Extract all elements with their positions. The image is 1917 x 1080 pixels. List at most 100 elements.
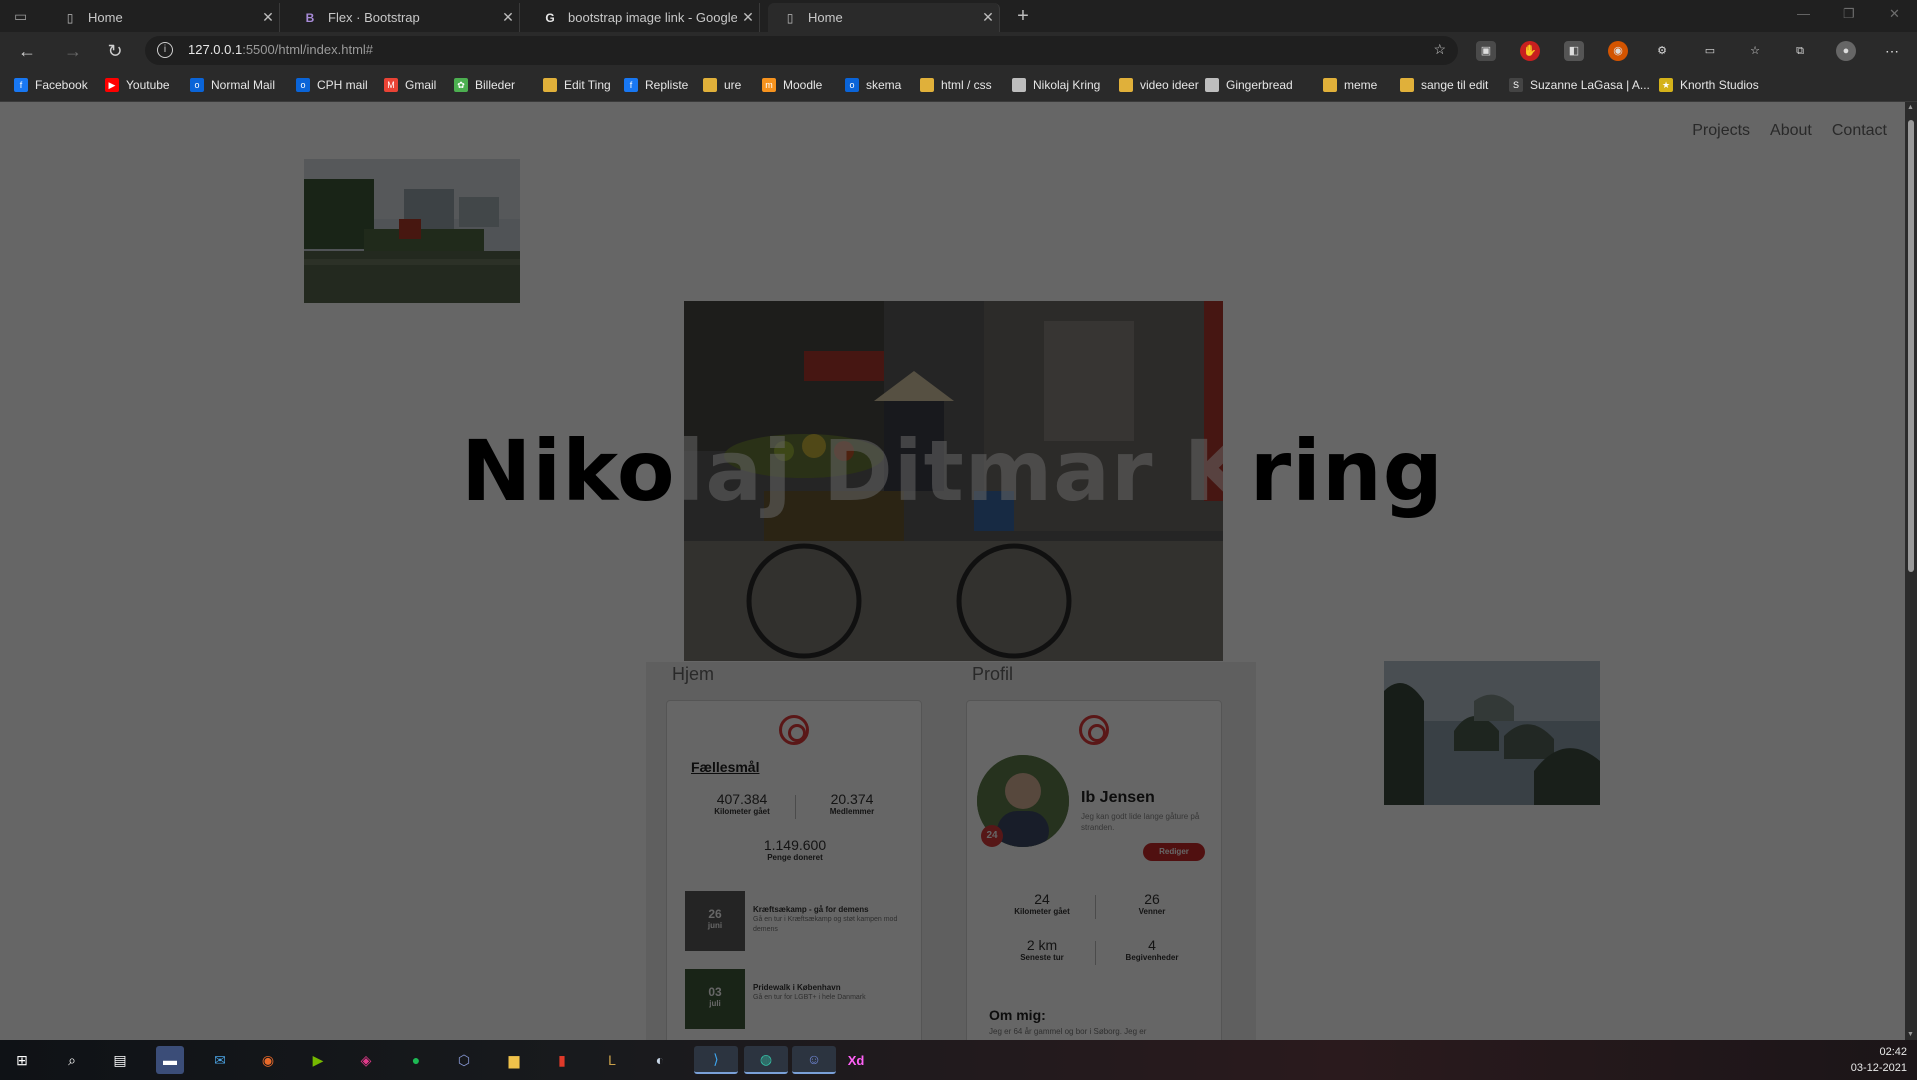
photo-app-icon[interactable]: ◈ — [352, 1046, 380, 1074]
bookmark-10[interactable]: o skema — [845, 75, 901, 95]
home-card: Fællesmål 407.384 Kilometer gået 20.374 … — [666, 700, 922, 1040]
folder-icon — [1119, 78, 1133, 92]
origin-icon[interactable]: ◉ — [254, 1046, 282, 1074]
league-icon[interactable]: L — [598, 1046, 626, 1074]
bookmark-13[interactable]: video ideer — [1119, 75, 1199, 95]
url-text: 127.0.0.1:5500/html/index.html# — [188, 42, 374, 57]
collections-icon[interactable]: ⧉ — [1790, 41, 1810, 61]
bookmark-18[interactable]: ★ Knorth Studios — [1659, 75, 1759, 95]
bookmark-0[interactable]: f Facebook — [14, 75, 88, 95]
event-item: 26 juni Kræftsækamp - gå for demens Gå en… — [685, 891, 915, 953]
outlook-icon: o — [190, 78, 204, 92]
task-view-icon[interactable]: ▤ — [106, 1046, 134, 1074]
close-tab-icon[interactable]: ✕ — [737, 9, 759, 26]
bookmarks-bar: f Facebook ▶ Youtube o Normal Mail o CPH mail M G… — [0, 69, 1917, 102]
divider — [1095, 895, 1096, 919]
shield-app-icon[interactable]: ⬡ — [450, 1046, 478, 1074]
outlook-icon: o — [296, 78, 310, 92]
event-date-thumb: 03 juli — [685, 969, 745, 1029]
tab-4[interactable]: ▯ Home ✕ — [768, 3, 1000, 32]
tab-title: Flex · Bootstrap — [328, 10, 420, 25]
office-icon[interactable]: ▮ — [548, 1046, 576, 1074]
bookmark-16[interactable]: sange til edit — [1400, 75, 1488, 95]
bookmark-3[interactable]: o CPH mail — [296, 75, 368, 95]
back-button[interactable]: ← — [16, 40, 38, 62]
site-info-icon[interactable]: i — [157, 42, 173, 58]
edge-icon[interactable]: ◍ — [744, 1046, 788, 1074]
mail-icon[interactable]: ✉ — [206, 1046, 234, 1074]
close-tab-icon[interactable]: ✕ — [257, 9, 279, 26]
close-window-button[interactable]: ✕ — [1889, 6, 1900, 22]
nav-projects-link[interactable]: Projects — [1692, 122, 1750, 140]
bookmark-label: skema — [866, 78, 902, 92]
folder-icon — [1323, 78, 1337, 92]
adblock-icon[interactable]: ✋ — [1520, 41, 1540, 61]
scroll-down-icon[interactable]: ▼ — [1907, 1031, 1915, 1038]
bookmark-11[interactable]: html / css — [920, 75, 992, 95]
profile-avatar-icon[interactable]: ● — [1836, 41, 1856, 61]
extension-icon[interactable]: ◉ — [1608, 41, 1628, 61]
bookmark-4[interactable]: M Gmail — [384, 75, 436, 95]
hero-name: Nikolaj Ditmar Kring — [461, 422, 1444, 520]
search-icon[interactable]: ⌕ — [58, 1046, 86, 1074]
minimize-button[interactable]: — — [1797, 6, 1810, 21]
close-tab-icon[interactable]: ✕ — [977, 9, 999, 26]
tab-title: Home — [88, 10, 123, 25]
bookmark-label: Repliste — [645, 78, 689, 92]
close-tab-icon[interactable]: ✕ — [497, 9, 519, 26]
nav-contact-link[interactable]: Contact — [1832, 122, 1887, 140]
bookmark-14[interactable]: Gingerbread — [1205, 75, 1293, 95]
moodle-icon: m — [762, 78, 776, 92]
mockup-home-label: Hjem — [672, 664, 715, 684]
adobe-xd-icon[interactable]: Xd — [842, 1046, 870, 1074]
spotify-icon[interactable]: ● — [402, 1046, 430, 1074]
bookmark-5[interactable]: ✿ Billeder — [454, 75, 515, 95]
tab-title: bootstrap image link - Google-s — [568, 10, 737, 25]
favorites-icon[interactable]: ☆ — [1745, 41, 1765, 61]
nav-about-link[interactable]: About — [1770, 122, 1812, 140]
nvidia-icon[interactable]: ▶ — [304, 1046, 332, 1074]
bookmark-6[interactable]: Edit Ting — [543, 75, 611, 95]
bay-islands-photo — [1384, 661, 1600, 805]
bookmark-1[interactable]: ▶ Youtube — [105, 75, 170, 95]
bookmark-label: Knorth Studios — [1680, 78, 1759, 92]
vscode-icon[interactable]: ⟩ — [694, 1046, 738, 1074]
address-bar[interactable]: i 127.0.0.1:5500/html/index.html# ☆ — [145, 36, 1458, 65]
about-text: Jeg er 64 år gammel og bor i Søborg. Jeg… — [989, 1027, 1147, 1036]
forward-button[interactable]: → — [62, 40, 84, 62]
bookmark-17[interactable]: S Suzanne LaGasa | A... — [1509, 75, 1650, 95]
bookmark-9[interactable]: m Moodle — [762, 75, 822, 95]
more-menu-icon[interactable]: ⋯ — [1882, 41, 1902, 61]
refresh-button[interactable]: ↻ — [104, 40, 126, 62]
file-explorer-icon[interactable]: ▆ — [500, 1046, 528, 1074]
steam-icon[interactable]: ◐ — [646, 1046, 674, 1074]
tab-1[interactable]: ▯ Home ✕ — [48, 3, 280, 32]
bookmark-7[interactable]: f Repliste — [624, 75, 688, 95]
bookmark-2[interactable]: o Normal Mail — [190, 75, 275, 95]
scrollbar-thumb[interactable] — [1908, 120, 1914, 572]
bookmark-8[interactable]: ure — [703, 75, 741, 95]
extension-icon[interactable]: ◧ — [1564, 41, 1584, 61]
page-icon — [1205, 78, 1219, 92]
discord-icon[interactable]: ☺ — [792, 1046, 836, 1074]
system-clock[interactable]: 02:42 03-12-2021 — [1851, 1044, 1907, 1076]
bookmark-12[interactable]: Nikolaj Kring — [1012, 75, 1100, 95]
add-favorite-icon[interactable]: ☆ — [1433, 41, 1446, 58]
lake-temple-photo — [304, 159, 520, 303]
bookmark-label: meme — [1344, 78, 1378, 92]
bookmark-label: Edit Ting — [564, 78, 611, 92]
cast-icon[interactable]: ▭ — [1700, 41, 1720, 61]
extensions-puzzle-icon[interactable]: ⚙ — [1652, 41, 1672, 61]
tab-2[interactable]: B Flex · Bootstrap ✕ — [288, 3, 520, 32]
tab-3[interactable]: G bootstrap image link - Google-s ✕ — [528, 3, 760, 32]
taskbar: ⊞ ⌕ ▤ ▬ ✉ ◉ ▶ ◈ ● ⬡ ▆ ▮ L ◐ ⟩ ◍ ☺ Xd 02:… — [0, 1040, 1917, 1080]
scroll-up-icon[interactable]: ▲ — [1907, 104, 1915, 111]
tab-actions-icon[interactable]: ▭ — [14, 8, 32, 24]
new-tab-button[interactable]: + — [1011, 4, 1035, 28]
page-scrollbar[interactable]: ▲ ▼ — [1905, 102, 1917, 1040]
bookmark-15[interactable]: meme — [1323, 75, 1377, 95]
extension-icon[interactable]: ▣ — [1476, 41, 1496, 61]
restore-button[interactable]: ❐ — [1843, 6, 1855, 22]
start-windows-icon[interactable]: ⊞ — [8, 1046, 36, 1074]
app-icon[interactable]: ▬ — [156, 1046, 184, 1074]
